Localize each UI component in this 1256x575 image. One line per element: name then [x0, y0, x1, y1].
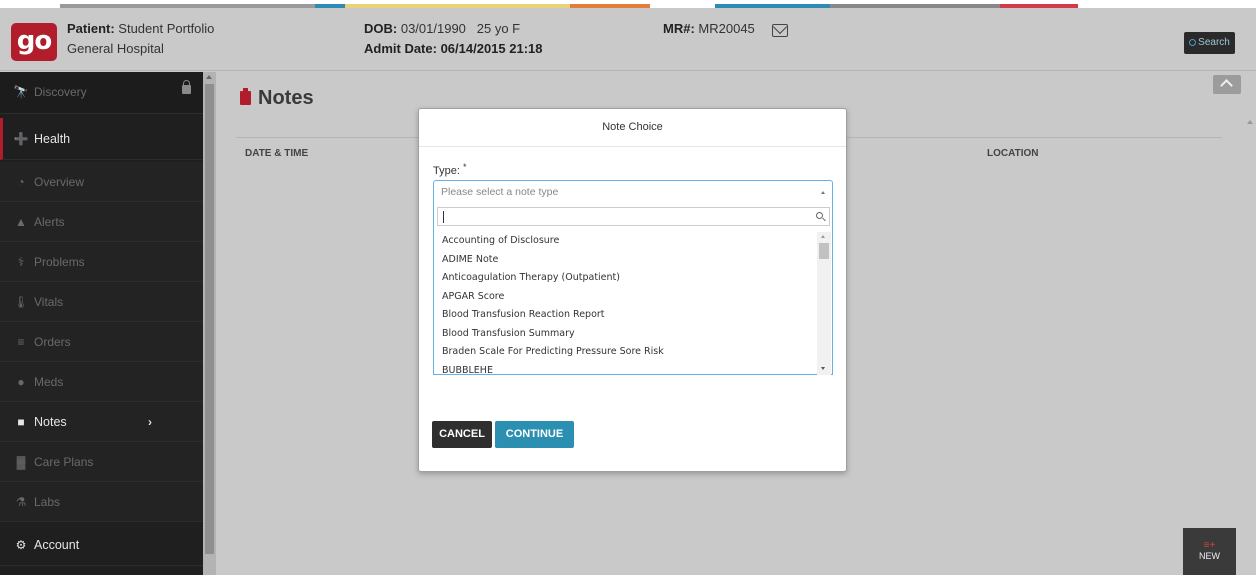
required-mark: * — [462, 162, 467, 172]
sidebar-item-overview[interactable]: ◔ Overview — [0, 162, 203, 202]
sidebar-item-problems[interactable]: ⚕ Problems — [0, 242, 203, 282]
sidebar-item-vitals[interactable]: 🌡 Vitals — [0, 282, 203, 322]
stethoscope-icon: ⚕ — [17, 255, 25, 269]
note-choice-dialog: Note Choice Type: * Please select a note… — [418, 108, 847, 472]
cogs-icon: ⚙ — [15, 538, 27, 552]
app-logo[interactable]: go — [11, 23, 57, 61]
column-header-location[interactable]: LOCATION — [987, 148, 1038, 159]
sidebar-item-label: Labs — [34, 495, 61, 509]
mr-label: MR#: — [663, 21, 695, 36]
lock-icon — [182, 80, 191, 94]
dropdown-option[interactable]: ADIME Note — [434, 251, 818, 270]
column-header-date-time[interactable]: DATE & TIME — [245, 148, 308, 159]
sidebar-item-discovery[interactable]: 🔭 Discovery — [0, 72, 203, 114]
chevron-right-icon: › — [148, 415, 152, 429]
dob-label: DOB: — [364, 21, 398, 36]
search-button[interactable]: Search — [1184, 32, 1235, 54]
gauge-icon: ◔ — [17, 175, 25, 189]
sidebar-item-alerts[interactable]: ▲ Alerts — [0, 202, 203, 242]
dropdown-option[interactable]: Accounting of Disclosure — [434, 232, 818, 251]
continue-button[interactable]: CONTINUE — [495, 421, 574, 448]
dropdown-scroll-thumb[interactable] — [819, 243, 829, 259]
dropdown-option[interactable]: BUBBLEHE — [434, 362, 818, 376]
sidebar-item-meds[interactable]: ● Meds — [0, 362, 203, 402]
admit-line: Admit Date: 06/14/2015 21:18 — [364, 41, 543, 56]
caret-up-icon — [821, 191, 825, 194]
patient-name-line: Patient: Student Portfolio — [67, 21, 214, 36]
sidebar-item-label: Notes — [34, 415, 67, 429]
note-type-select[interactable]: Please select a note type — [433, 180, 833, 204]
binoculars-icon: 🔭 — [13, 85, 29, 99]
clipboard-icon — [240, 88, 251, 105]
admit-label: Admit Date: — [364, 41, 437, 56]
type-field-label: Type: * — [433, 162, 466, 177]
page-title: Notes — [240, 87, 314, 110]
new-note-button[interactable]: ≡+ NEW — [1183, 528, 1236, 575]
dropdown-options-list: Accounting of Disclosure ADIME Note Anti… — [434, 232, 818, 375]
mr-value: MR20045 — [698, 21, 755, 36]
dropdown-option[interactable]: Blood Transfusion Reaction Report — [434, 306, 818, 325]
search-icon — [1189, 39, 1197, 46]
sidebar-item-notes[interactable]: ■ Notes › — [0, 402, 203, 442]
collapse-up-button[interactable] — [1213, 75, 1241, 94]
dob-value: 03/01/1990 25 yo F — [400, 21, 521, 36]
sidebar-scrollbar[interactable] — [203, 72, 216, 575]
text-cursor — [443, 211, 444, 223]
dob-line: DOB: 03/01/1990 25 yo F — [364, 21, 520, 36]
type-label-text: Type: — [433, 165, 460, 177]
sidebar-item-label: Health — [34, 132, 71, 146]
medical-kit-icon: ➕ — [13, 132, 29, 146]
dropdown-search-input[interactable] — [437, 207, 830, 226]
mr-line: MR#: MR20045 — [663, 21, 755, 36]
scroll-down-arrow-icon[interactable] — [821, 367, 825, 370]
dropdown-option[interactable]: Blood Transfusion Summary — [434, 325, 818, 344]
sidebar-item-health[interactable]: ➕ Health — [0, 118, 203, 160]
flask-icon: ⚗ — [15, 495, 27, 509]
sidebar-item-care-plans[interactable]: ▓ Care Plans — [0, 442, 203, 482]
search-label: Search — [1198, 37, 1230, 48]
list-icon: ≡ — [17, 335, 25, 349]
scroll-up-arrow-icon[interactable] — [821, 235, 825, 238]
note-type-dropdown: Accounting of Disclosure ADIME Note Anti… — [433, 203, 833, 375]
dropdown-option[interactable]: APGAR Score — [434, 288, 818, 307]
sidebar-item-label: Account — [34, 538, 80, 552]
warning-icon: ▲ — [15, 215, 27, 229]
color-strip — [0, 0, 1256, 8]
hospital-name: General Hospital — [67, 41, 164, 56]
sidebar-item-account[interactable]: ⚙ Account — [0, 524, 203, 566]
pills-icon: ● — [17, 375, 25, 389]
thermometer-icon: 🌡 — [13, 295, 29, 309]
sidebar-item-label: Meds — [34, 375, 64, 389]
new-note-label: NEW — [1199, 551, 1220, 561]
dropdown-option[interactable]: Braden Scale For Predicting Pressure Sor… — [434, 343, 818, 362]
search-icon — [816, 212, 823, 219]
sidebar-item-label: Discovery — [34, 85, 87, 99]
patient-header: go Patient: Student Portfolio General Ho… — [0, 8, 1256, 71]
page-title-text: Notes — [258, 87, 314, 109]
patient-name: Student Portfolio — [118, 21, 215, 36]
people-icon: ▓ — [16, 455, 26, 469]
sidebar-item-label: Vitals — [34, 295, 64, 309]
admit-value: 06/14/2015 21:18 — [440, 41, 543, 56]
cancel-button[interactable]: CANCEL — [432, 421, 492, 448]
sidebar-item-label: Care Plans — [34, 455, 94, 469]
mail-icon[interactable] — [772, 24, 788, 37]
sidebar-item-label: Problems — [34, 255, 85, 269]
sidebar: 🔭 Discovery ➕ Health ◔ Overview ▲ Alerts… — [0, 72, 203, 575]
sidebar-item-labs[interactable]: ⚗ Labs — [0, 482, 203, 522]
add-list-icon: ≡+ — [1203, 540, 1216, 551]
clipboard-icon: ■ — [17, 415, 25, 429]
scroll-thumb[interactable] — [205, 84, 214, 554]
sidebar-item-label: Alerts — [34, 215, 65, 229]
dropdown-option[interactable]: Anticoagulation Therapy (Outpatient) — [434, 269, 818, 288]
dialog-title: Note Choice — [419, 109, 846, 147]
sidebar-item-label: Orders — [34, 335, 71, 349]
sidebar-item-label: Overview — [34, 175, 85, 189]
scroll-up-arrow-icon[interactable] — [206, 75, 212, 79]
dropdown-scrollbar[interactable] — [817, 232, 831, 375]
select-placeholder: Please select a note type — [441, 186, 559, 198]
patient-label: Patient: — [67, 21, 115, 36]
content-scrollbar[interactable] — [1245, 110, 1254, 570]
sidebar-item-orders[interactable]: ≡ Orders — [0, 322, 203, 362]
